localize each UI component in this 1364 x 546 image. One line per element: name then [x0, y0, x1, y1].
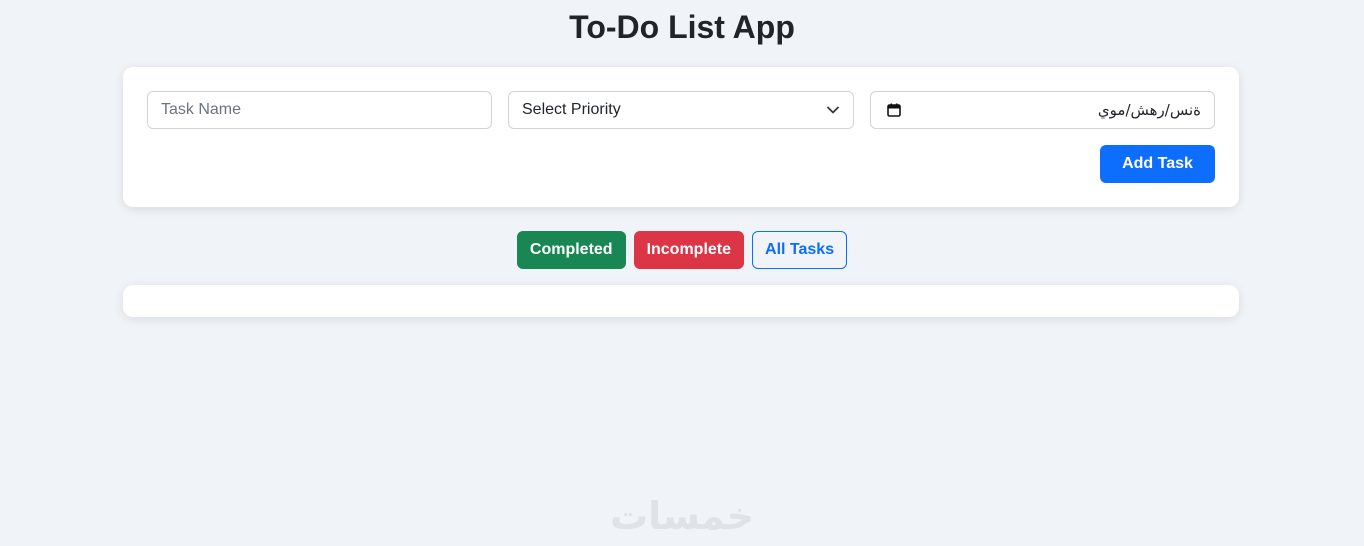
add-task-button[interactable]: Add Task — [1100, 145, 1215, 183]
filter-all-button[interactable]: All Tasks — [752, 231, 848, 269]
filter-incomplete-button[interactable]: Incomplete — [633, 231, 745, 269]
filter-completed-button[interactable]: Completed — [516, 231, 626, 269]
priority-select-value: Select Priority — [522, 101, 621, 118]
task-name-input[interactable] — [147, 91, 492, 129]
due-date-input[interactable]: ةنس/رهش/موي — [870, 91, 1215, 129]
priority-select[interactable]: Select Priority — [508, 91, 854, 129]
todo-app: To-Do List App Select Priority ةنس/رهش/م… — [0, 0, 1364, 546]
task-form-card: Select Priority ةنس/رهش/موي Add Task — [123, 67, 1239, 207]
calendar-icon[interactable] — [887, 103, 901, 117]
filter-buttons: Completed Incomplete All Tasks — [0, 231, 1364, 269]
chevron-down-icon — [827, 106, 839, 114]
page-title: To-Do List App — [569, 9, 795, 45]
due-date-value: ةنس/رهش/موي — [1097, 101, 1201, 119]
task-list — [123, 285, 1239, 317]
watermark-logo: خمسات — [610, 494, 754, 538]
